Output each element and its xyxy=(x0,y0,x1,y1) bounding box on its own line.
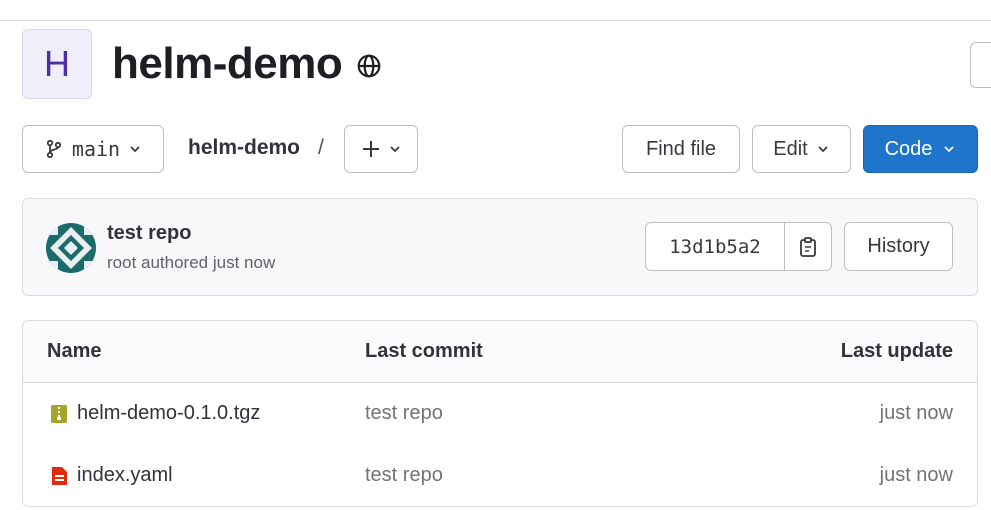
top-divider xyxy=(0,20,991,21)
code-label: Code xyxy=(884,137,933,160)
project-title: helm-demo xyxy=(112,39,343,88)
file-name-link[interactable]: index.yaml xyxy=(77,464,173,487)
code-dropdown-button[interactable]: Code xyxy=(863,125,978,173)
copy-sha-button[interactable] xyxy=(785,223,831,270)
chevron-down-icon xyxy=(130,146,140,153)
commit-title[interactable]: test repo xyxy=(107,222,191,245)
breadcrumb-root[interactable]: helm-demo xyxy=(188,136,300,160)
header-action-button[interactable] xyxy=(970,42,991,88)
column-header-name: Name xyxy=(47,340,102,362)
archive-file-icon xyxy=(51,405,67,423)
table-header: Name Last commit Last update xyxy=(23,321,977,383)
last-commit-panel xyxy=(22,198,978,296)
edit-dropdown-button[interactable]: Edit xyxy=(752,125,851,173)
commit-sha[interactable]: 13d1b5a2 xyxy=(646,223,785,270)
table-row[interactable]: index.yaml test repo just now xyxy=(23,445,977,506)
commit-sha-group: 13d1b5a2 xyxy=(645,222,832,271)
project-avatar[interactable]: H xyxy=(22,29,92,99)
file-name-link[interactable]: helm-demo-0.1.0.tgz xyxy=(77,402,260,425)
user-avatar[interactable] xyxy=(46,223,96,273)
clipboard-icon xyxy=(800,236,816,257)
table-row[interactable]: helm-demo-0.1.0.tgz test repo just now xyxy=(23,383,977,446)
column-header-last-commit: Last commit xyxy=(365,340,483,362)
project-avatar-letter: H xyxy=(44,43,70,84)
commit-author-meta: root authored just now xyxy=(107,253,276,272)
file-last-update: just now xyxy=(879,464,953,486)
add-dropdown-button[interactable] xyxy=(344,125,418,173)
chevron-down-icon xyxy=(944,146,955,153)
branch-name: main xyxy=(71,137,121,161)
find-file-button[interactable]: Find file xyxy=(622,125,740,173)
chevron-down-icon xyxy=(818,146,828,153)
file-last-commit-link[interactable]: test repo xyxy=(365,464,443,487)
breadcrumb-separator: / xyxy=(318,136,324,159)
yaml-file-icon xyxy=(52,467,67,485)
file-last-update: just now xyxy=(879,402,953,424)
column-header-last-update: Last update xyxy=(840,340,953,362)
file-last-commit-link[interactable]: test repo xyxy=(365,402,443,425)
plus-icon xyxy=(363,141,379,157)
file-table: Name Last commit Last update helm-demo-0… xyxy=(22,320,978,507)
branch-icon xyxy=(46,139,62,159)
history-label: History xyxy=(867,235,930,257)
globe-icon xyxy=(357,54,381,78)
edit-label: Edit xyxy=(773,137,808,160)
history-button[interactable]: History xyxy=(844,222,953,271)
chevron-down-icon xyxy=(390,146,400,153)
branch-selector[interactable]: main xyxy=(22,125,164,173)
find-file-label: Find file xyxy=(645,137,717,160)
